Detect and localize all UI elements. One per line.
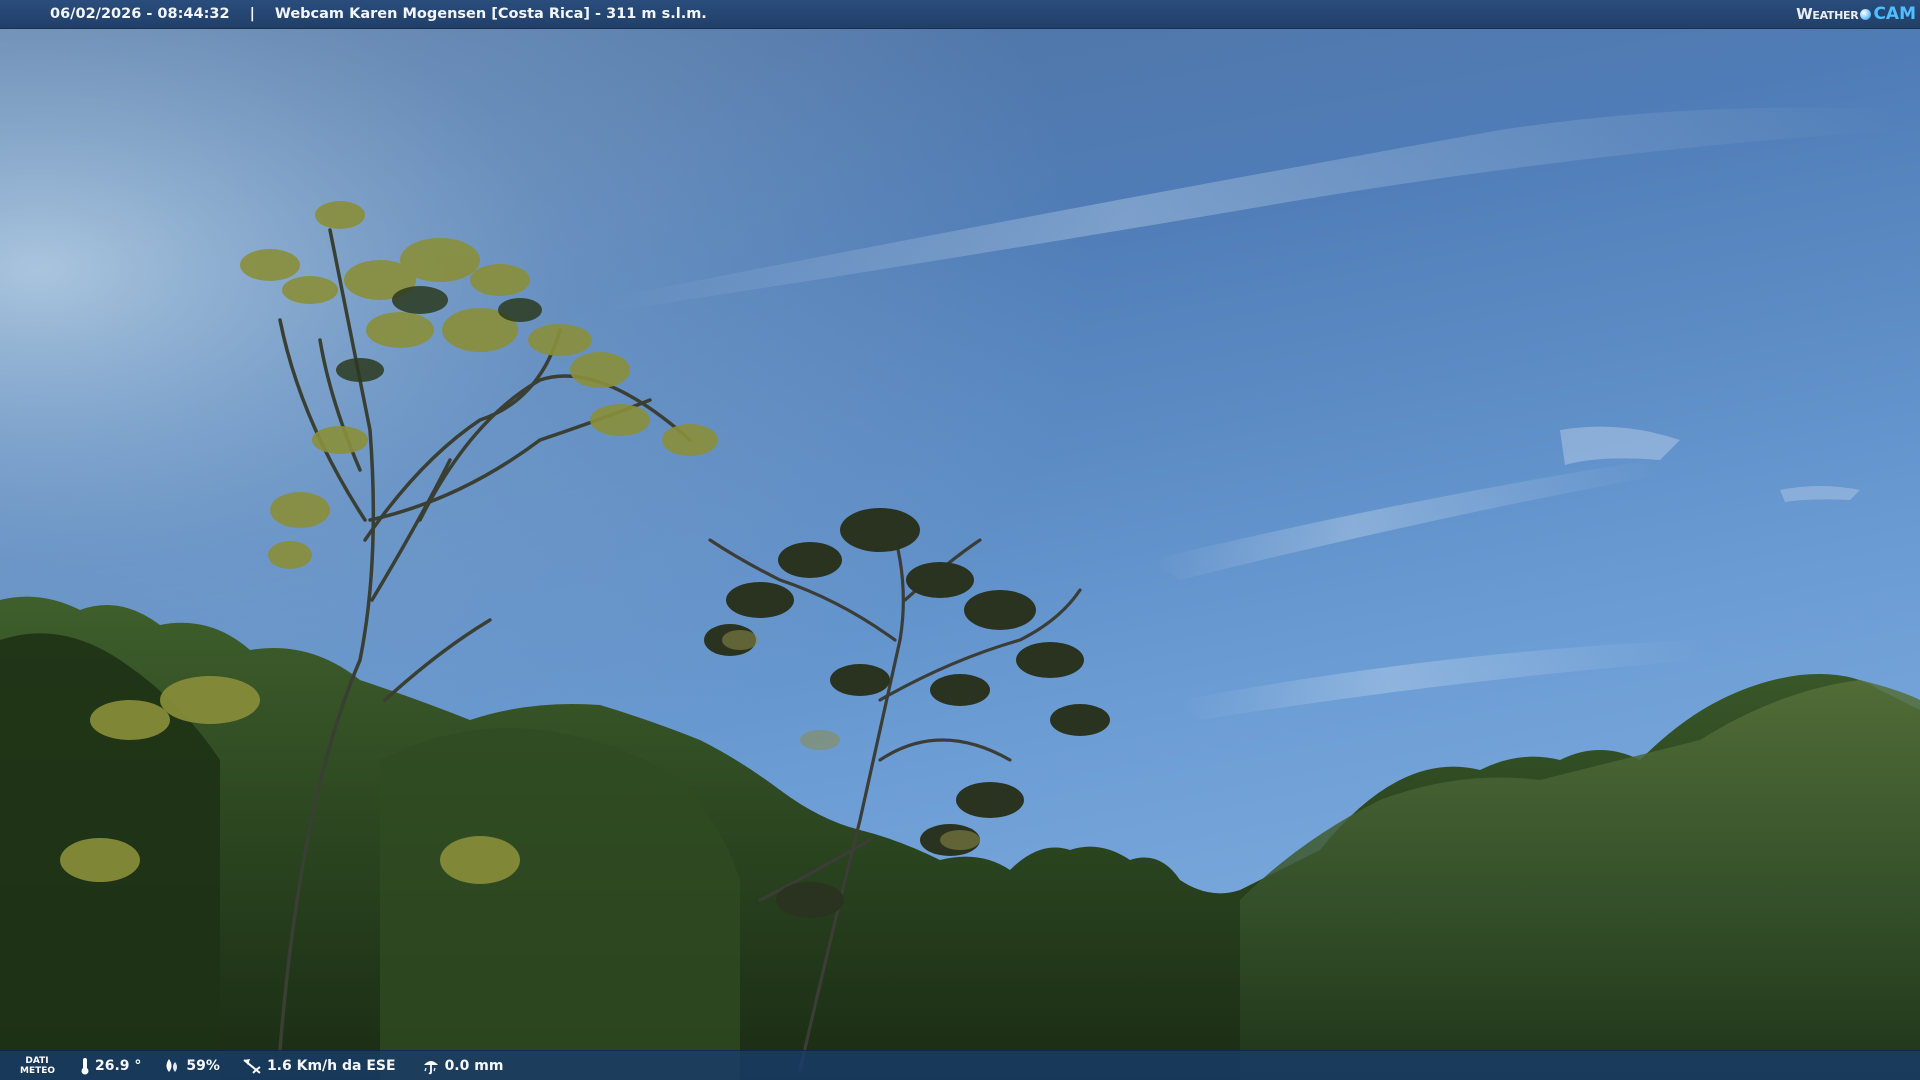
weather-data-bar: DATI METEO 26.9 ° 59% 1.6 Km/h da ESE 0.… [0,1050,1920,1080]
rain-gauge-icon [422,1057,440,1075]
wind-reading: 1.6 Km/h da ESE [242,1057,396,1075]
rain-reading: 0.0 mm [422,1057,504,1075]
meteo-label: DATI METEO [20,1055,56,1076]
temperature-reading: 26.9 ° [80,1057,141,1075]
temperature-value: 26.9 ° [95,1057,142,1074]
station-title: Webcam Karen Mogensen [Costa Rica] - 311… [274,6,707,22]
rain-value: 0.0 mm [444,1057,504,1074]
logo-dot-icon [1860,8,1872,20]
meteo-label-line1: DATI [25,1055,49,1066]
meteo-label-line2: METEO [20,1065,56,1076]
logo-text-weather: Weather [1796,5,1859,23]
top-info-bar: 06/02/2026 - 08:44:32 | Webcam Karen Mog… [0,0,1920,29]
humidity-reading: 59% [163,1058,220,1074]
timestamp: 06/02/2026 - 08:44:32 [50,6,230,22]
humidity-drops-icon [163,1058,181,1074]
thermometer-icon [80,1057,90,1075]
logo-text-cam: CAM [1873,4,1916,24]
wind-vane-icon [242,1057,262,1075]
separator: | [249,6,255,22]
wind-value: 1.6 Km/h da ESE [266,1057,396,1074]
webcam-image [0,0,1920,1080]
weathercam-logo: Weather CAM [1796,2,1916,26]
humidity-value: 59% [186,1057,220,1074]
